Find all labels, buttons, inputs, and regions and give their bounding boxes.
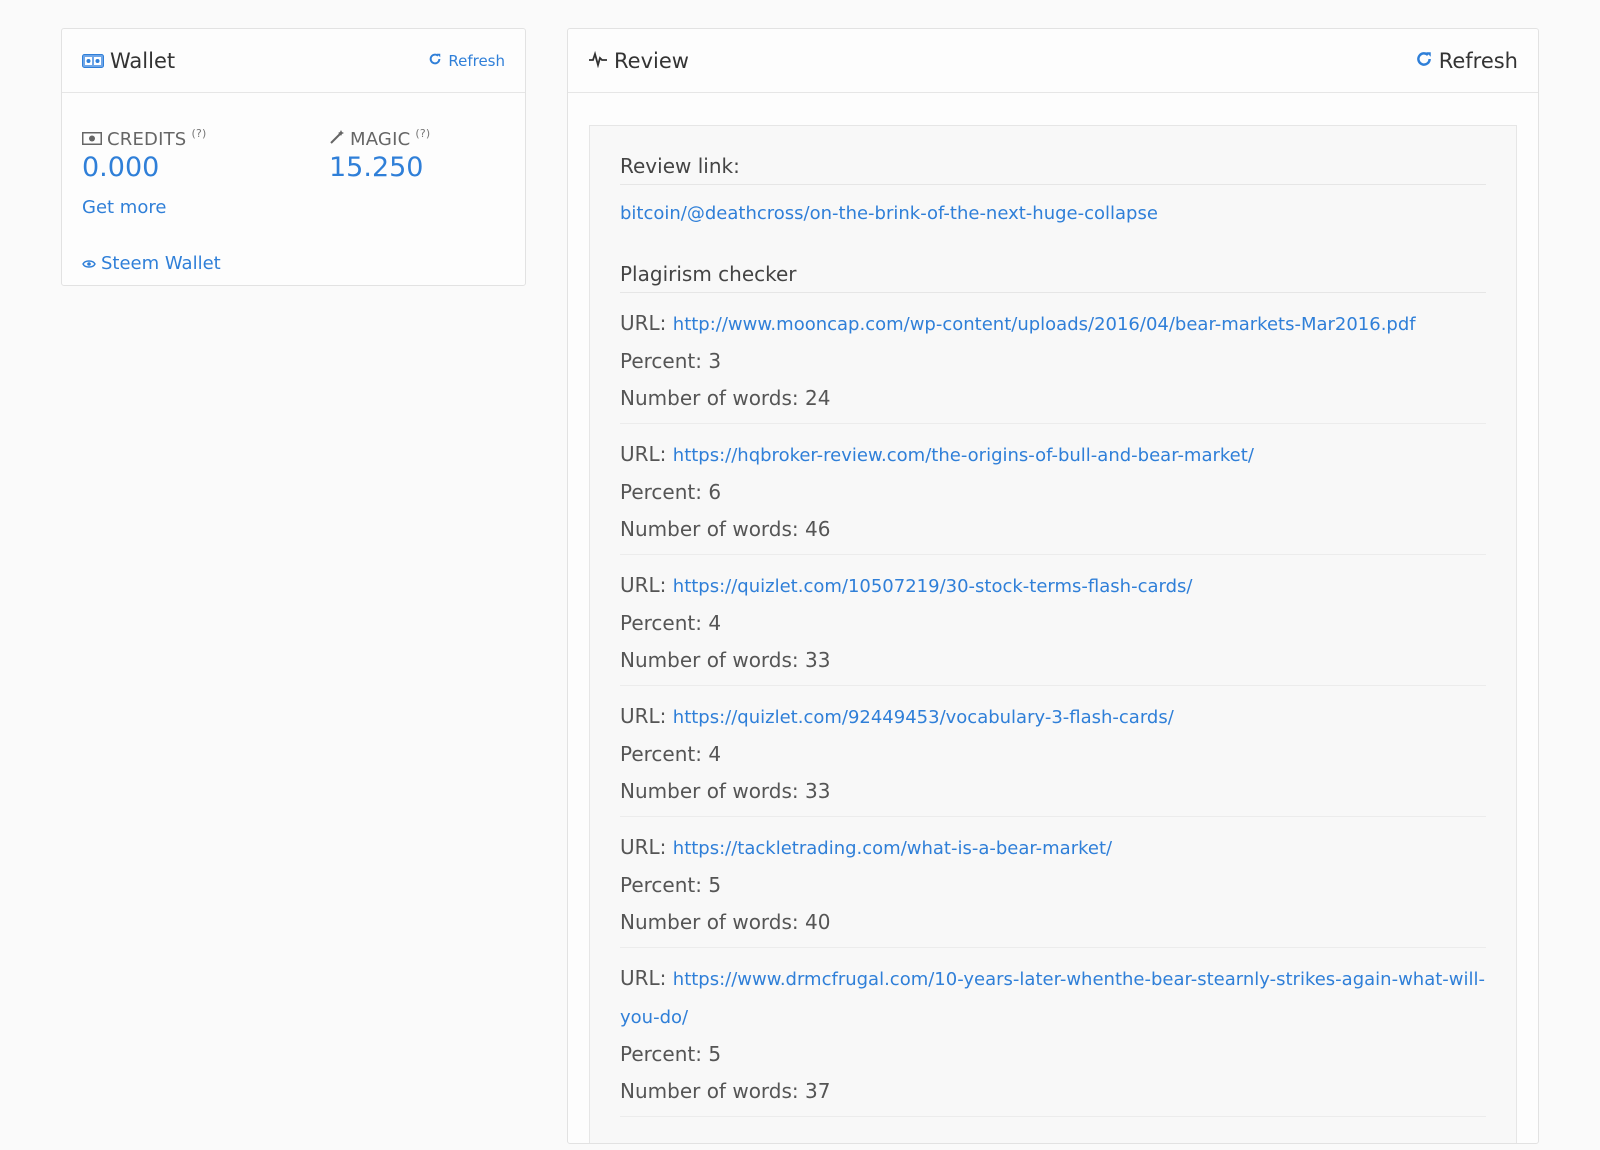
plagiarism-entry: URL: http://www.mooncap.com/wp-content/u… (620, 293, 1486, 424)
entry-url-line: URL: https://hqbroker-review.com/the-ori… (620, 436, 1486, 474)
magic-label-text: MAGIC (350, 129, 411, 150)
refresh-icon (428, 52, 442, 70)
magic-label: MAGIC (?) (329, 127, 430, 150)
wallet-refresh-label: Refresh (448, 51, 505, 70)
magic-help[interactable]: (?) (415, 127, 430, 140)
review-title: Review (588, 49, 689, 73)
steem-wallet-link[interactable]: Steem Wallet (82, 253, 221, 274)
plagiarism-entry: URL: https://www.drmcfrugal.com/10-years… (620, 948, 1486, 1117)
entry-word-count: Number of words: 33 (620, 648, 831, 672)
review-link-heading: Review link: (620, 126, 1486, 185)
entry-url-line: URL: https://tackletrading.com/what-is-a… (620, 829, 1486, 867)
banknote-icon (82, 129, 102, 150)
wallet-title: Wallet (82, 49, 175, 73)
entry-url-line: URL: https://www.drmcfrugal.com/10-years… (620, 960, 1486, 1036)
magic-wand-icon (329, 129, 345, 150)
credits-label: CREDITS (?) (82, 127, 206, 150)
refresh-icon (1415, 49, 1433, 73)
plagiarism-entry: URL: https://quizlet.com/10507219/30-sto… (620, 555, 1486, 686)
entry-url-link[interactable]: https://quizlet.com/10507219/30-stock-te… (673, 576, 1193, 597)
url-label: URL: (620, 966, 667, 990)
review-link[interactable]: bitcoin/@deathcross/on-the-brink-of-the-… (620, 203, 1486, 244)
pulse-icon (588, 49, 608, 73)
url-label: URL: (620, 442, 667, 466)
entry-url-line: URL: https://quizlet.com/92449453/vocabu… (620, 698, 1486, 736)
wallet-panel: Wallet Refresh CREDITS (?) 0.000 MAGIC (… (61, 28, 526, 286)
entry-url-link[interactable]: https://quizlet.com/92449453/vocabulary-… (673, 707, 1174, 728)
entry-word-count: Number of words: 46 (620, 517, 831, 541)
entry-word-count: Number of words: 37 (620, 1079, 831, 1103)
wallet-title-text: Wallet (110, 48, 176, 73)
review-refresh-button[interactable]: Refresh (1415, 49, 1518, 73)
wallet-body: CREDITS (?) 0.000 MAGIC (?) 15.250 Get m… (62, 93, 525, 286)
entry-url-link[interactable]: https://www.drmcfrugal.com/10-years-late… (620, 969, 1485, 1028)
url-label: URL: (620, 835, 667, 859)
credits-value: 0.000 (82, 152, 160, 183)
steem-wallet-label: Steem Wallet (101, 253, 221, 274)
plagiarism-list: URL: http://www.mooncap.com/wp-content/u… (620, 293, 1486, 1117)
entry-word-count: Number of words: 33 (620, 779, 831, 803)
entry-percent: Percent: 4 (620, 742, 722, 766)
credits-help[interactable]: (?) (191, 127, 206, 140)
wallet-header: Wallet Refresh (62, 29, 525, 93)
entry-url-line: URL: http://www.mooncap.com/wp-content/u… (620, 305, 1486, 343)
magic-stat: MAGIC (?) 15.250 (329, 127, 430, 183)
get-more-link[interactable]: Get more (82, 197, 166, 218)
credits-label-text: CREDITS (107, 129, 187, 150)
plagiarism-entry: URL: https://hqbroker-review.com/the-ori… (620, 424, 1486, 555)
entry-url-line: URL: https://quizlet.com/10507219/30-sto… (620, 567, 1486, 605)
entry-word-count: Number of words: 40 (620, 910, 831, 934)
url-label: URL: (620, 704, 667, 728)
entry-percent: Percent: 5 (620, 873, 722, 897)
plagiarism-heading: Plagirism checker (620, 244, 1486, 293)
entry-word-count: Number of words: 24 (620, 386, 831, 410)
plagiarism-entry: URL: https://tackletrading.com/what-is-a… (620, 817, 1486, 948)
review-title-text: Review (614, 48, 689, 73)
review-panel: Review Refresh Review link: bitcoin/@dea… (567, 28, 1539, 1144)
magic-value: 15.250 (329, 152, 424, 183)
entry-url-link[interactable]: http://www.mooncap.com/wp-content/upload… (673, 314, 1416, 335)
url-label: URL: (620, 311, 667, 335)
review-content: Review link: bitcoin/@deathcross/on-the-… (589, 125, 1517, 1143)
entry-percent: Percent: 6 (620, 480, 722, 504)
entry-percent: Percent: 5 (620, 1042, 722, 1066)
entry-url-link[interactable]: https://hqbroker-review.com/the-origins-… (673, 445, 1254, 466)
entry-percent: Percent: 3 (620, 349, 722, 373)
entry-url-link[interactable]: https://tackletrading.com/what-is-a-bear… (673, 838, 1112, 859)
entry-percent: Percent: 4 (620, 611, 722, 635)
eye-icon (82, 253, 96, 274)
review-refresh-label: Refresh (1438, 48, 1518, 73)
url-label: URL: (620, 573, 667, 597)
wallet-icon (82, 49, 104, 73)
credits-stat: CREDITS (?) 0.000 (82, 127, 206, 183)
plagiarism-entry: URL: https://quizlet.com/92449453/vocabu… (620, 686, 1486, 817)
review-header: Review Refresh (568, 29, 1538, 93)
wallet-refresh-button[interactable]: Refresh (428, 52, 505, 70)
